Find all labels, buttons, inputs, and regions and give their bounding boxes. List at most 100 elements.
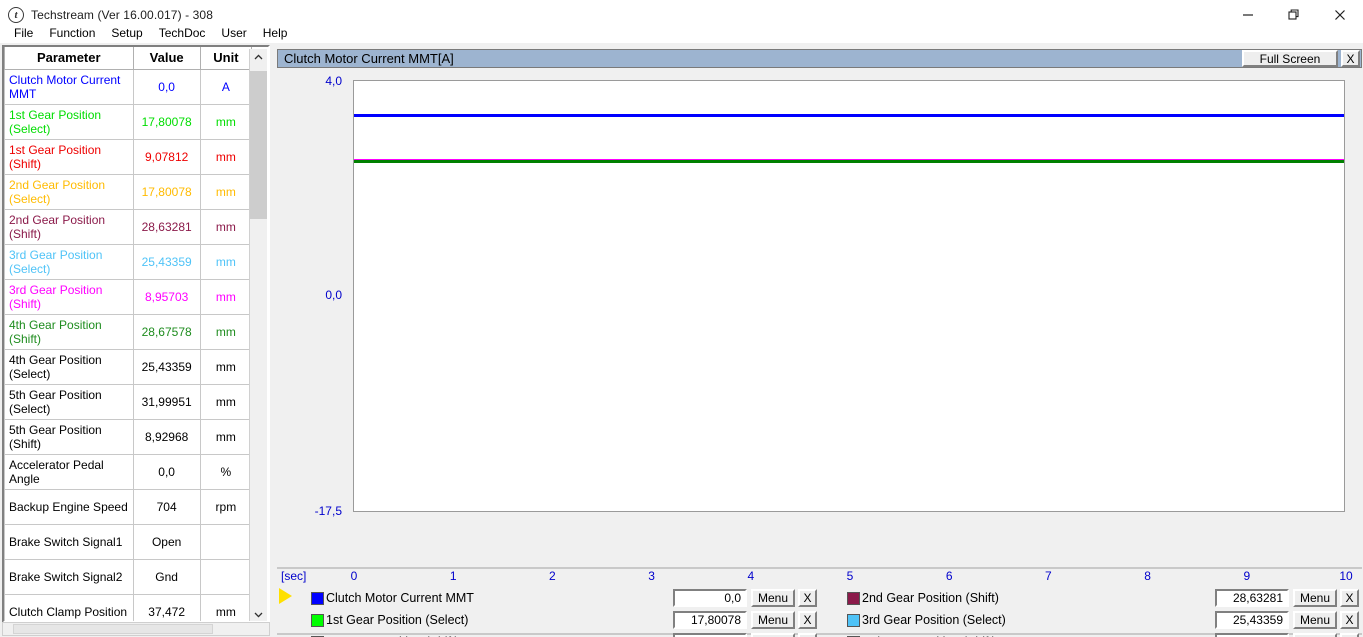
legend-value-field[interactable]: 0,0 [673, 589, 747, 607]
legend-menu-button[interactable]: Menu [751, 611, 795, 629]
parameter-table-body: Clutch Motor Current MMT0,0A1st Gear Pos… [5, 69, 252, 623]
table-row[interactable]: 4th Gear Position (Select)25,43359mm [5, 349, 252, 384]
legend-item[interactable]: 3rd Gear Position (Select)25,43359MenuX [819, 609, 1361, 631]
table-row[interactable]: 3rd Gear Position (Select)25,43359mm [5, 244, 252, 279]
legend-label: 1st Gear Position (Select) [326, 613, 468, 627]
menu-setup[interactable]: Setup [103, 25, 150, 42]
legend-remove-button[interactable]: X [798, 611, 817, 629]
legend-color-swatch[interactable] [311, 592, 324, 605]
legend-color-swatch[interactable] [847, 592, 860, 605]
table-row[interactable]: Clutch Motor Current MMT0,0A [5, 69, 252, 104]
legend-menu-button[interactable]: Menu [1293, 611, 1337, 629]
graph-close-button[interactable]: X [1341, 50, 1360, 67]
parameter-horizontal-scrollbar[interactable] [2, 622, 270, 636]
table-header-row: Parameter Value Unit [5, 47, 252, 69]
legend-item[interactable]: 3rd Gear Position (Shift)8,95703MenuX [819, 631, 1361, 637]
cell-parameter-unit: % [200, 454, 251, 489]
menu-techdoc[interactable]: TechDoc [151, 25, 214, 42]
table-row[interactable]: 2nd Gear Position (Select)17,80078mm [5, 174, 252, 209]
legend-item[interactable]: 2nd Gear Position (Shift) 28,63281MenuX [819, 587, 1361, 609]
legend-value-field[interactable]: 8,95703 [1215, 633, 1289, 637]
legend-menu-button[interactable]: Menu [751, 633, 795, 637]
menu-function[interactable]: Function [41, 25, 103, 42]
legend-remove-button[interactable]: X [1340, 633, 1359, 637]
legend-remove-button[interactable]: X [1340, 611, 1359, 629]
cell-parameter-unit: mm [200, 174, 251, 209]
cell-parameter-value: 28,63281 [133, 209, 200, 244]
column-header-unit[interactable]: Unit [200, 47, 251, 69]
graph-title: Clutch Motor Current MMT[A] [278, 51, 454, 66]
menu-bar: File Function Setup TechDoc User Help [0, 23, 1363, 43]
column-header-value[interactable]: Value [133, 47, 200, 69]
cell-parameter-unit: mm [200, 384, 251, 419]
table-row[interactable]: Brake Switch Signal1Open [5, 524, 252, 559]
legend-value-field[interactable]: 9,07812 [673, 633, 747, 637]
full-screen-button[interactable]: Full Screen [1242, 50, 1338, 67]
horizontal-scrollbar-thumb[interactable] [13, 624, 213, 634]
cell-parameter-name: Backup Engine Speed [5, 489, 134, 524]
parameter-table-scrollbar[interactable] [249, 49, 266, 623]
cell-parameter-unit [200, 559, 251, 594]
x-tick-label: 7 [1045, 569, 1052, 583]
cell-parameter-value: Open [133, 524, 200, 559]
cell-parameter-unit: mm [200, 104, 251, 139]
cursor-play-marker-icon[interactable] [279, 588, 292, 604]
cell-parameter-name: Clutch Motor Current MMT [5, 69, 134, 104]
table-row[interactable]: Clutch Clamp Position37,472mm [5, 594, 252, 623]
graph-legend: Clutch Motor Current MMT0,0MenuX1st Gear… [277, 587, 1362, 635]
scroll-up-icon[interactable] [250, 49, 267, 66]
table-row[interactable]: Accelerator Pedal Angle0,0% [5, 454, 252, 489]
plot-area[interactable] [353, 80, 1345, 512]
legend-value-field[interactable]: 17,80078 [673, 611, 747, 629]
column-header-parameter[interactable]: Parameter [5, 47, 134, 69]
scrollbar-thumb[interactable] [250, 71, 267, 219]
legend-item[interactable]: 1st Gear Position (Select) 17,80078MenuX [277, 609, 819, 631]
table-row[interactable]: 3rd Gear Position (Shift)8,95703mm [5, 279, 252, 314]
table-row[interactable]: 5th Gear Position (Select)31,99951mm [5, 384, 252, 419]
x-axis-unit-label: [sec] [281, 569, 306, 583]
table-row[interactable]: 4th Gear Position (Shift)28,67578mm [5, 314, 252, 349]
cell-parameter-value: 17,80078 [133, 174, 200, 209]
legend-label: 2nd Gear Position (Shift) [862, 591, 999, 605]
cell-parameter-value: 37,472 [133, 594, 200, 623]
x-tick-label: 6 [946, 569, 953, 583]
legend-item[interactable]: Clutch Motor Current MMT0,0MenuX [277, 587, 819, 609]
legend-menu-button[interactable]: Menu [1293, 633, 1337, 637]
x-tick-label: 5 [847, 569, 854, 583]
y-tick-top: 4,0 [282, 74, 342, 88]
menu-file[interactable]: File [6, 25, 41, 42]
legend-value-field[interactable]: 28,63281 [1215, 589, 1289, 607]
table-row[interactable]: Brake Switch Signal2Gnd [5, 559, 252, 594]
table-row[interactable]: 2nd Gear Position (Shift)28,63281mm [5, 209, 252, 244]
cell-parameter-unit: mm [200, 349, 251, 384]
scroll-down-icon[interactable] [250, 606, 267, 623]
legend-menu-button[interactable]: Menu [751, 589, 795, 607]
legend-remove-button[interactable]: X [798, 633, 817, 637]
cell-parameter-value: 0,0 [133, 69, 200, 104]
graph-header-buttons: Full Screen X [1242, 50, 1360, 67]
app-circle-t-icon: t [8, 7, 24, 23]
x-tick-label: 8 [1144, 569, 1151, 583]
legend-item[interactable]: 1st Gear Position (Shift)9,07812MenuX [277, 631, 819, 637]
table-row[interactable]: 1st Gear Position (Select)17,80078mm [5, 104, 252, 139]
table-row[interactable]: 1st Gear Position (Shift)9,07812mm [5, 139, 252, 174]
legend-color-swatch[interactable] [311, 614, 324, 627]
table-row[interactable]: Backup Engine Speed704rpm [5, 489, 252, 524]
legend-value-field[interactable]: 25,43359 [1215, 611, 1289, 629]
plot-trace [354, 114, 1344, 117]
cell-parameter-name: 1st Gear Position (Shift) [5, 139, 134, 174]
cell-parameter-value: Gnd [133, 559, 200, 594]
cell-parameter-name: 3rd Gear Position (Shift) [5, 279, 134, 314]
graph-header-bar: Clutch Motor Current MMT[A] Full Screen … [277, 49, 1362, 68]
menu-user[interactable]: User [213, 25, 254, 42]
cell-parameter-name: 3rd Gear Position (Select) [5, 244, 134, 279]
x-tick-label: 4 [747, 569, 754, 583]
cell-parameter-value: 28,67578 [133, 314, 200, 349]
menu-help[interactable]: Help [255, 25, 296, 42]
legend-menu-button[interactable]: Menu [1293, 589, 1337, 607]
table-row[interactable]: 5th Gear Position (Shift)8,92968mm [5, 419, 252, 454]
cell-parameter-name: Brake Switch Signal2 [5, 559, 134, 594]
legend-remove-button[interactable]: X [1340, 589, 1359, 607]
legend-color-swatch[interactable] [847, 614, 860, 627]
legend-remove-button[interactable]: X [798, 589, 817, 607]
